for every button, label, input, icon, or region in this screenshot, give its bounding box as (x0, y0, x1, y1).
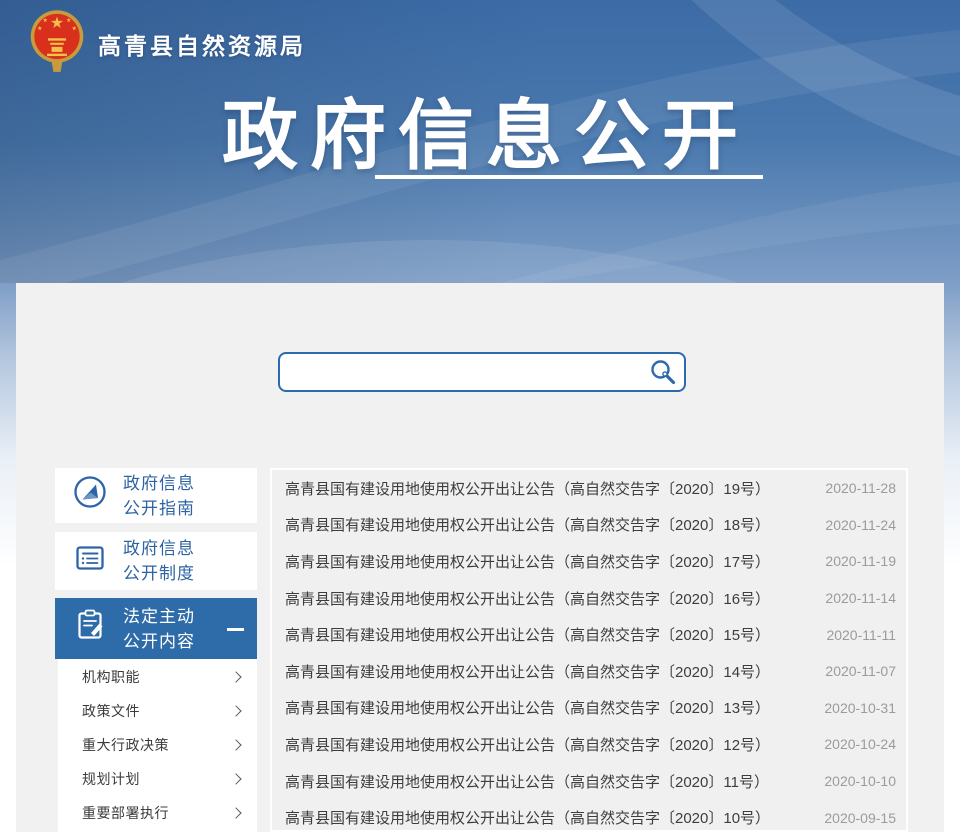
announcement-date: 2020-11-19 (825, 553, 896, 569)
national-emblem-icon (28, 8, 86, 79)
submenu-item-major-decisions[interactable]: 重大行政决策 (58, 728, 257, 762)
chevron-right-icon (230, 739, 241, 750)
announcement-row[interactable]: 高青县国有建设用地使用权公开出让公告（高自然交告字〔2020〕18号） 2020… (272, 507, 906, 544)
announcement-title[interactable]: 高青县国有建设用地使用权公开出让公告（高自然交告字〔2020〕13号） (285, 697, 770, 718)
sidebar-item-gov-info-system[interactable]: 政府信息 公开制度 (55, 532, 257, 590)
sidebar-item-gov-info-guide[interactable]: 政府信息 公开指南 (55, 468, 257, 523)
document-icon (71, 539, 109, 584)
announcement-list: 高青县国有建设用地使用权公开出让公告（高自然交告字〔2020〕19号） 2020… (270, 468, 908, 832)
announcement-row[interactable]: 高青县国有建设用地使用权公开出让公告（高自然交告字〔2020〕17号） 2020… (272, 543, 906, 580)
announcement-date: 2020-10-31 (824, 700, 896, 716)
announcement-row[interactable]: 高青县国有建设用地使用权公开出让公告（高自然交告字〔2020〕10号） 2020… (272, 799, 906, 832)
submenu-item-agency-functions[interactable]: 机构职能 (58, 660, 257, 694)
announcement-row[interactable]: 高青县国有建设用地使用权公开出让公告（高自然交告字〔2020〕15号） 2020… (272, 616, 906, 653)
title-underline (375, 175, 763, 179)
announcement-title[interactable]: 高青县国有建设用地使用权公开出让公告（高自然交告字〔2020〕14号） (285, 661, 770, 682)
announcement-date: 2020-11-24 (825, 517, 896, 533)
announcement-date: 2020-10-10 (824, 773, 896, 789)
chevron-right-icon (230, 773, 241, 784)
announcement-title[interactable]: 高青县国有建设用地使用权公开出让公告（高自然交告字〔2020〕11号） (285, 771, 769, 792)
search-box (278, 352, 686, 392)
chevron-right-icon (230, 671, 241, 682)
page-title: 政府信息公开 (0, 74, 960, 184)
sidebar-item-statutory-disclosure[interactable]: 法定主动 公开内容 (55, 598, 257, 659)
announcement-title[interactable]: 高青县国有建设用地使用权公开出让公告（高自然交告字〔2020〕12号） (285, 734, 770, 755)
search-icon (649, 374, 677, 389)
clipboard-icon (71, 606, 109, 651)
submenu-item-policy-documents[interactable]: 政策文件 (58, 694, 257, 728)
announcement-row[interactable]: 高青县国有建设用地使用权公开出让公告（高自然交告字〔2020〕14号） 2020… (272, 653, 906, 690)
site-brand[interactable]: 高青县自然资源局 (28, 8, 306, 79)
sidebar-submenu: 机构职能 政策文件 重大行政决策 规划计划 重要部署执行 (58, 659, 257, 832)
announcement-date: 2020-11-07 (825, 663, 896, 679)
announcement-row[interactable]: 高青县国有建设用地使用权公开出让公告（高自然交告字〔2020〕13号） 2020… (272, 690, 906, 727)
sidebar: 政府信息 公开指南 政府信息 公开制度 (55, 468, 257, 832)
announcement-row[interactable]: 高青县国有建设用地使用权公开出让公告（高自然交告字〔2020〕12号） 2020… (272, 726, 906, 763)
announcement-title[interactable]: 高青县国有建设用地使用权公开出让公告（高自然交告字〔2020〕15号） (285, 624, 770, 645)
content-panel: 政府信息 公开指南 政府信息 公开制度 (16, 283, 944, 832)
chevron-right-icon (230, 705, 241, 716)
sidebar-item-label: 法定主动 公开内容 (123, 604, 195, 654)
announcement-date: 2020-10-24 (824, 736, 896, 752)
collapse-indicator-icon[interactable] (227, 628, 244, 631)
announcement-date: 2020-11-28 (825, 480, 896, 496)
announcement-date: 2020-11-14 (825, 590, 896, 606)
sidebar-item-label: 政府信息 公开制度 (123, 536, 195, 586)
site-name: 高青县自然资源局 (98, 27, 306, 61)
submenu-item-deployment-execution[interactable]: 重要部署执行 (58, 796, 257, 830)
announcement-title[interactable]: 高青县国有建设用地使用权公开出让公告（高自然交告字〔2020〕10号） (285, 807, 770, 828)
announcement-title[interactable]: 高青县国有建设用地使用权公开出让公告（高自然交告字〔2020〕19号） (285, 478, 770, 499)
submenu-item-planning[interactable]: 规划计划 (58, 762, 257, 796)
announcement-date: 2020-09-15 (824, 810, 896, 826)
announcement-row[interactable]: 高青县国有建设用地使用权公开出让公告（高自然交告字〔2020〕19号） 2020… (272, 470, 906, 507)
search-button[interactable] (648, 358, 678, 388)
announcement-title[interactable]: 高青县国有建设用地使用权公开出让公告（高自然交告字〔2020〕18号） (285, 514, 770, 535)
announcement-title[interactable]: 高青县国有建设用地使用权公开出让公告（高自然交告字〔2020〕17号） (285, 551, 770, 572)
page: 高青县自然资源局 政府信息公开 (0, 0, 960, 832)
announcement-title[interactable]: 高青县国有建设用地使用权公开出让公告（高自然交告字〔2020〕16号） (285, 588, 770, 609)
announcement-row[interactable]: 高青县国有建设用地使用权公开出让公告（高自然交告字〔2020〕11号） 2020… (272, 763, 906, 800)
compass-icon (71, 473, 109, 518)
announcement-date: 2020-11-11 (826, 627, 896, 643)
chevron-right-icon (230, 807, 241, 818)
search-input[interactable] (280, 354, 684, 390)
sidebar-item-label: 政府信息 公开指南 (123, 471, 195, 521)
announcement-row[interactable]: 高青县国有建设用地使用权公开出让公告（高自然交告字〔2020〕16号） 2020… (272, 580, 906, 617)
